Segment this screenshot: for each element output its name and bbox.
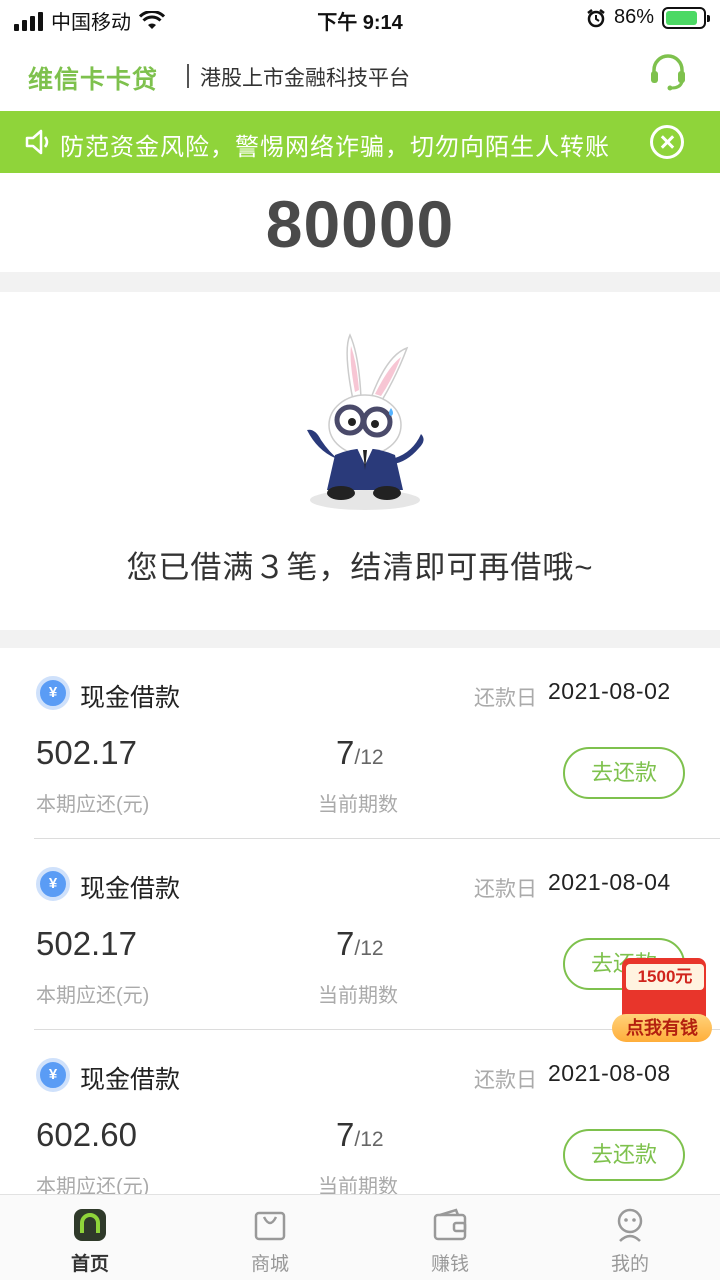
tab-earn[interactable]: 赚钱 — [390, 1207, 510, 1276]
payment-amount: 502.17 — [36, 925, 137, 962]
term-current: 7 — [336, 1116, 355, 1153]
due-date: 2021-08-08 — [548, 1060, 671, 1086]
term-current: 7 — [336, 734, 355, 771]
tab-label: 我的 — [610, 1254, 649, 1275]
rabbit-mascot-illustration — [307, 333, 424, 510]
speaker-icon — [25, 129, 49, 155]
close-icon[interactable] — [650, 125, 684, 159]
yen-icon: ¥ — [36, 867, 70, 901]
payment-amount-label: 本期应还(元) — [36, 985, 150, 1007]
loan-title: 现金借款 — [80, 684, 181, 712]
tab-home[interactable]: 首页 — [30, 1207, 150, 1276]
headset-icon[interactable] — [646, 50, 690, 94]
payment-amount: 602.60 — [36, 1116, 137, 1153]
repay-button[interactable]: 去还款 — [563, 1129, 685, 1181]
loan-item: ¥ 现金借款 还款日 2021-08-02 502.17 本期应还(元) 7/1… — [0, 648, 720, 839]
wallet-icon — [433, 1208, 467, 1241]
due-date: 2021-08-04 — [548, 869, 671, 895]
alarm-icon — [587, 8, 605, 27]
due-date: 2021-08-02 — [548, 678, 671, 704]
yen-icon: ¥ — [36, 676, 70, 710]
due-date-label: 还款日 — [474, 687, 537, 710]
due-date-label: 还款日 — [474, 1069, 537, 1092]
tab-profile[interactable]: 我的 — [570, 1207, 690, 1276]
brand-subtitle: 港股上市金融科技平台 — [200, 67, 410, 90]
term-total: /12 — [354, 937, 384, 960]
term-total: /12 — [354, 1128, 384, 1151]
notice-text: 防范资金风险，警惕网络诈骗，切勿向陌生人转账 — [60, 134, 610, 161]
repay-button[interactable]: 去还款 — [563, 747, 685, 799]
due-date-label: 还款日 — [474, 878, 537, 901]
home-icon — [74, 1209, 106, 1241]
current-term: 7/12 — [336, 925, 384, 963]
red-packet-amount: 1500元 — [626, 964, 704, 990]
section-divider — [0, 272, 720, 292]
loan-title: 现金借款 — [80, 875, 181, 903]
tab-label: 赚钱 — [430, 1254, 469, 1275]
fraud-notice-bar: 防范资金风险，警惕网络诈骗，切勿向陌生人转账 — [0, 111, 720, 173]
payment-amount: 502.17 — [36, 734, 137, 771]
loan-limit-message: 您已借满３笔，结清即可再借哦~ — [126, 550, 594, 585]
current-term-label: 当前期数 — [318, 794, 398, 816]
red-packet-promo[interactable]: 1500元 点我有钱 — [610, 958, 714, 1044]
loan-title: 现金借款 — [80, 1066, 181, 1094]
status-bar: 中国移动 下午 9:14 86% — [0, 0, 720, 40]
term-total: /12 — [354, 746, 384, 769]
bottom-tab-bar: 首页 商城 赚钱 我的 — [0, 1194, 720, 1280]
shopping-bag-icon — [254, 1211, 286, 1241]
tab-mall[interactable]: 商城 — [210, 1207, 330, 1276]
red-packet-cta: 点我有钱 — [612, 1014, 712, 1042]
battery-percent: 86% — [613, 6, 654, 28]
yen-icon: ¥ — [36, 1058, 70, 1092]
brand-divider — [187, 64, 189, 88]
tab-label: 首页 — [70, 1254, 109, 1275]
current-term-label: 当前期数 — [318, 985, 398, 1007]
loan-item: ¥ 现金借款 还款日 2021-08-08 602.60 本期应还(元) 7/1… — [0, 1030, 720, 1221]
tab-label: 商城 — [250, 1254, 289, 1275]
battery-fill — [666, 10, 697, 25]
brand-logo: 维信卡卡贷 — [28, 66, 159, 94]
current-term: 7/12 — [336, 1116, 384, 1154]
app-header: 维信卡卡贷 港股上市金融科技平台 — [0, 40, 720, 112]
profile-icon — [617, 1208, 643, 1242]
status-right: 86% — [586, 6, 710, 29]
section-divider — [0, 630, 720, 648]
payment-amount-label: 本期应还(元) — [36, 794, 150, 816]
battery-icon — [662, 6, 710, 29]
current-term: 7/12 — [336, 734, 384, 772]
term-current: 7 — [336, 925, 355, 962]
credit-amount: 80000 — [265, 187, 455, 261]
